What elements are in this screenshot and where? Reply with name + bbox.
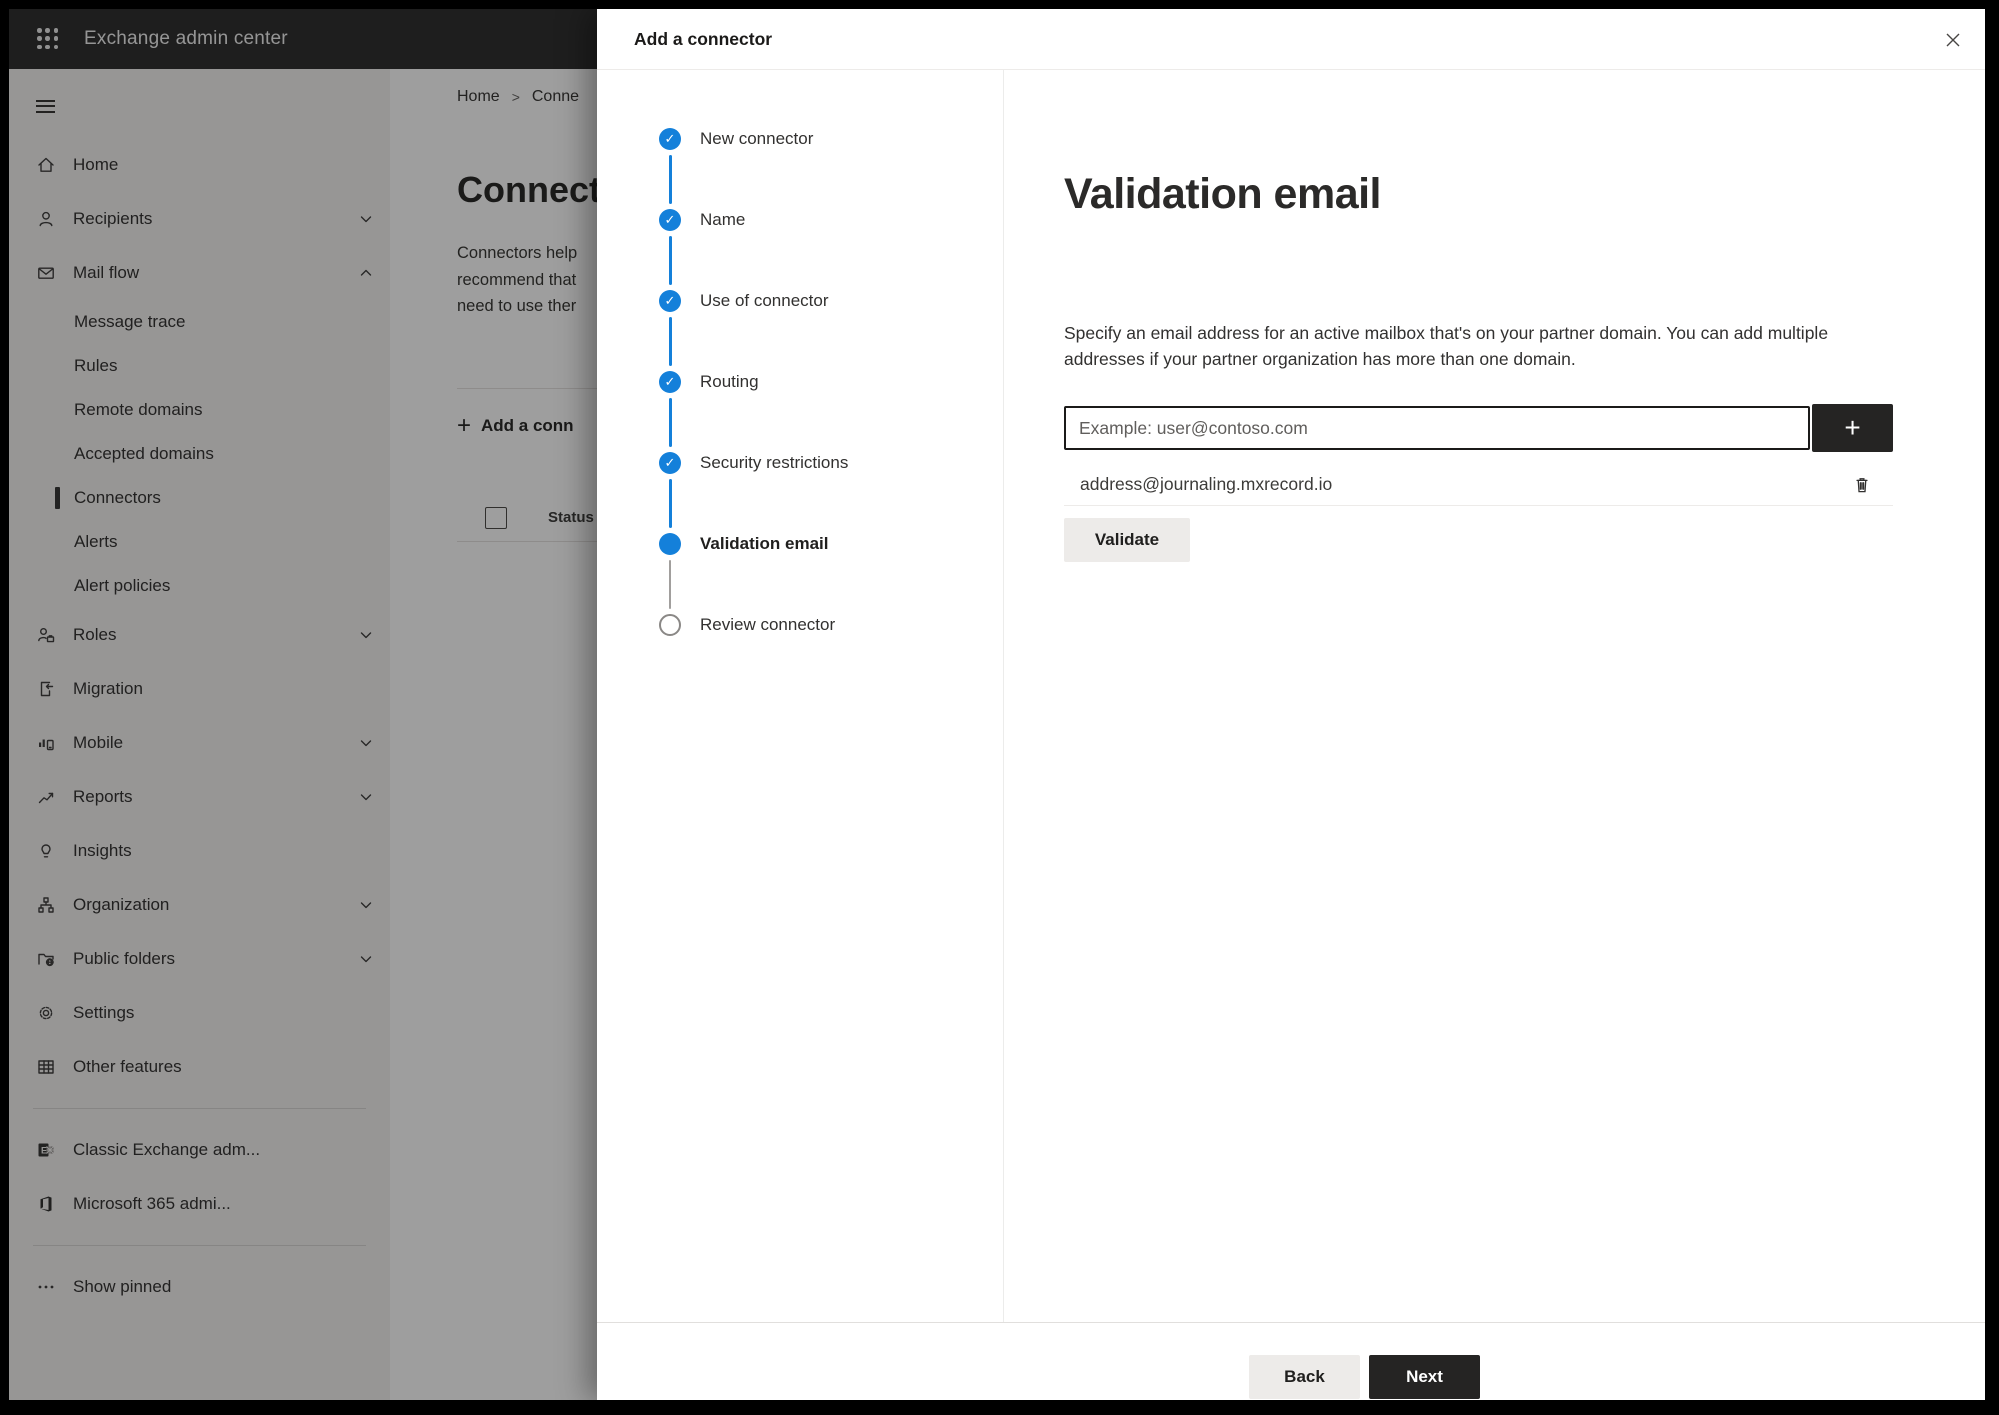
step-current-dot: [659, 533, 681, 555]
exchange-admin-app: Exchange admin center Home Recipients Ma…: [9, 9, 1985, 1400]
address-email: address@journaling.mxrecord.io: [1080, 474, 1333, 494]
step-check-icon: ✓: [659, 290, 681, 312]
add-connector-modal: Add a connector ✓ New connector ✓ Name ✓…: [597, 9, 1985, 1400]
email-entry-row: +: [1064, 404, 1893, 452]
modal-title: Add a connector: [634, 29, 773, 49]
step-check-icon: ✓: [659, 209, 681, 231]
step-connector-line: [668, 398, 672, 447]
modal-body: ✓ New connector ✓ Name ✓ Use of connecto…: [597, 70, 1985, 1322]
delete-address-icon[interactable]: [1849, 472, 1875, 498]
step-check-icon: ✓: [659, 128, 681, 150]
modal-header: Add a connector: [597, 9, 1985, 70]
close-icon[interactable]: [1939, 26, 1967, 54]
next-button[interactable]: Next: [1369, 1355, 1480, 1399]
step-connector-line: [668, 560, 671, 609]
step-connector-line: [668, 479, 672, 528]
step-todo-circle: [659, 614, 681, 636]
back-button[interactable]: Back: [1249, 1355, 1360, 1399]
address-list-item: address@journaling.mxrecord.io: [1064, 464, 1893, 506]
validate-button[interactable]: Validate: [1064, 518, 1190, 562]
step-connector-line: [668, 317, 672, 366]
step-connector-line: [668, 155, 672, 204]
add-email-button[interactable]: +: [1812, 404, 1893, 452]
validation-email-panel: Validation email Specify an email addres…: [1064, 70, 1893, 1322]
screenshot-root: Exchange admin center Home Recipients Ma…: [0, 0, 1999, 1415]
step-check-icon: ✓: [659, 371, 681, 393]
panel-description: Specify an email address for an active m…: [1064, 323, 1829, 369]
step-check-icon: ✓: [659, 452, 681, 474]
modal-footer: Back Next: [597, 1322, 1985, 1400]
step-connector-line: [668, 236, 672, 285]
wizard-steps: ✓ New connector ✓ Name ✓ Use of connecto…: [597, 70, 1004, 1322]
panel-heading: Validation email: [1064, 170, 1382, 218]
email-input[interactable]: [1064, 406, 1810, 450]
